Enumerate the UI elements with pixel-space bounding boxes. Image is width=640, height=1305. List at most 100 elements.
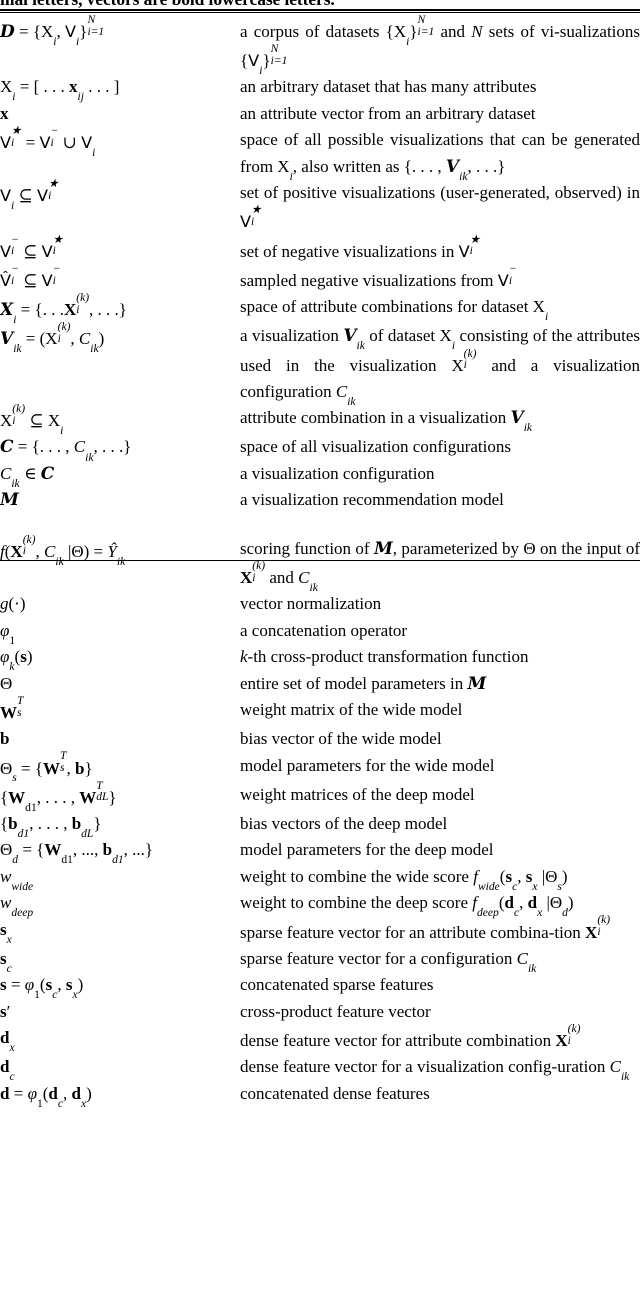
symbol-cell: b	[0, 729, 10, 749]
symbol-cell: sx	[0, 919, 12, 946]
table-row: Θs = {W Ts, b} model parameters for the w…	[0, 749, 640, 785]
description-cell: set of positive visualizations (user-gen…	[240, 183, 640, 232]
symbol-cell: d = φ1(dc, dx)	[0, 1083, 92, 1110]
description-cell: dense feature vector for a visualization…	[240, 1057, 630, 1084]
symbol-cell: wwide	[0, 866, 34, 893]
description-cell: weight matrices of the deep model	[240, 784, 475, 804]
description-cell: space of all visualization configuration…	[240, 437, 511, 457]
description-cell: dense feature vector for attribute combi…	[240, 1021, 581, 1050]
symbol-cell: Θ	[0, 673, 13, 693]
symbol-cell: dx	[0, 1027, 15, 1055]
table-row: V ★ i = V − i ∪ Vi space of all possible vis…	[0, 124, 640, 183]
description-cell: a visualization configuration	[240, 463, 435, 483]
table-row: s′ cross-product feature vector	[0, 999, 640, 1025]
table-row: Vik = (X (k) i, Cik) a visualization Vik o…	[0, 320, 640, 408]
symbol-cell: s′	[0, 1001, 11, 1021]
table-row: s = φ1(sc, sx) concatenated sparse featu…	[0, 972, 640, 1002]
table-row: wdeep weight to combine the deep score f…	[0, 890, 640, 920]
table-caption: mal letters, vectors are bold lowercase …	[0, 0, 640, 9]
description-cell: an attribute vector from an arbitrary da…	[240, 103, 536, 123]
table-row: φk(s) k-th cross-product transformation …	[0, 644, 640, 674]
description-cell: sparse feature vector for an attribute c…	[240, 913, 611, 942]
description-cell: model parameters for the deep model	[240, 840, 494, 860]
description-cell: space of attribute combinations for data…	[240, 297, 549, 324]
table-row: D = {Xi, Vi} Ni=1 a corpus of datasets {X…	[0, 12, 640, 78]
symbol-cell: V̂ − i ⊆ V − i	[0, 261, 61, 290]
table-row: sc sparse feature vector for a configura…	[0, 946, 640, 975]
table-row: d = φ1(dc, dx) concatenated dense featur…	[0, 1081, 640, 1110]
symbol-cell: V ★ i = V − i ∪ Vi	[0, 124, 96, 160]
table-row: wwide weight to combine the wide score f…	[0, 864, 640, 893]
symbol-cell: C = {. . . , Cik, . . .}	[0, 437, 132, 464]
description-cell: an arbitrary dataset that has many attri…	[240, 77, 537, 97]
notation-table: D = {Xi, Vi} Ni=1 a corpus of datasets {X…	[0, 12, 640, 1110]
table-row: Xi = [ . . . xij . . . ] an arbitrary da…	[0, 74, 640, 104]
table-row: Θd = {Wd1, ..., bd1, ...} model paramete…	[0, 837, 640, 867]
symbol-cell: {Wd1, . . . , W TdL}	[0, 778, 117, 814]
symbol-cell: {bd1, . . . , bdL}	[0, 813, 102, 841]
table-row: C = {. . . , Cik, . . .} space of all vi…	[0, 434, 640, 464]
symbol-cell: Vi ⊆ V ★ i	[0, 176, 59, 212]
symbol-cell: φk(s)	[0, 647, 33, 674]
table-row: WTs weight matrix of the wide model	[0, 693, 640, 726]
table-row: dc dense feature vector for a visualizat…	[0, 1054, 640, 1084]
symbol-cell: s = φ1(sc, sx)	[0, 975, 84, 1002]
table-row: Θ entire set of model parameters in M	[0, 671, 640, 697]
table-row: Cik ∈ C a visualization configuration	[0, 461, 640, 490]
symbol-cell: sc	[0, 948, 12, 975]
description-cell: scoring function of M, parameterized by …	[240, 538, 640, 594]
description-cell: concatenated dense features	[240, 1083, 430, 1103]
symbol-cell: Vik = (X (k) i, Cik)	[0, 320, 105, 356]
table-row: φ1 a concatenation operator	[0, 618, 640, 647]
description-cell: a visualization Vik of dataset Xi consis…	[240, 326, 640, 408]
symbol-cell: Xi = {. . .X (k) i, . . .}	[0, 290, 127, 326]
table-row: Xi = {. . .X (k) i, . . .} space of attrib…	[0, 290, 640, 326]
symbol-cell: V − i ⊆ V ★ i	[0, 232, 63, 261]
table-row: x an attribute vector from an arbitrary …	[0, 101, 640, 127]
symbol-cell: Θd = {Wd1, ..., bd1, ...}	[0, 840, 154, 867]
symbol-cell: WTs	[0, 693, 24, 722]
symbol-cell: φ1	[0, 620, 16, 647]
description-cell: concatenated sparse features	[240, 975, 434, 995]
table-caption-clip: mal letters, vectors are bold lowercase …	[0, 0, 640, 9]
description-cell: weight matrix of the wide model	[240, 699, 463, 719]
table-row: X (k) i ⊆ Xi attribute combination in a vi…	[0, 402, 640, 438]
description-cell: a concatenation operator	[240, 620, 408, 640]
symbol-cell: M	[0, 490, 19, 511]
table-row: V̂ − i ⊆ V − i sampled negative visualizatio…	[0, 261, 640, 294]
table-row: {Wd1, . . . , W TdL} weight matrices of t…	[0, 778, 640, 814]
description-cell: vector normalization	[240, 594, 382, 614]
symbol-cell: g(·)	[0, 594, 26, 614]
table-row: {bd1, . . . , bdL} bias vectors of the d…	[0, 811, 640, 841]
description-cell: a corpus of datasets {Xi} Ni=1 and N sets…	[240, 12, 640, 78]
symbol-cell: X (k) i ⊆ Xi	[0, 402, 64, 438]
symbol-cell: Xi = [ . . . xij . . . ]	[0, 77, 120, 104]
description-cell: k-th cross-product transformation functi…	[240, 647, 529, 667]
symbol-cell: Cik ∈ C	[0, 463, 55, 490]
table-row: M a visualization recommendation model	[0, 487, 640, 525]
symbol-cell: Θs = {W Ts, b}	[0, 749, 93, 785]
table-row: b bias vector of the wide model	[0, 726, 640, 752]
table-row: V − i ⊆ V ★ i set of negative visualizations…	[0, 232, 640, 265]
description-cell: sampled negative visualizations from V − i	[240, 261, 517, 290]
symbol-cell: wdeep	[0, 893, 34, 920]
symbol-cell: D = {Xi, Vi} Ni=1	[0, 12, 105, 48]
description-cell: a visualization recommendation model	[240, 490, 504, 510]
description-cell: bias vector of the wide model	[240, 729, 442, 749]
description-cell: cross-product feature vector	[240, 1001, 431, 1021]
symbol-cell: x	[0, 103, 9, 123]
description-cell: sparse feature vector for a configuratio…	[240, 948, 537, 975]
description-cell: set of negative visualizations in V ★ i	[240, 232, 480, 261]
description-cell: weight to combine the deep score fdeep(d…	[240, 893, 574, 920]
table-top-rule	[0, 9, 640, 13]
description-cell: entire set of model parameters in M	[240, 673, 487, 694]
symbol-cell: dc	[0, 1057, 15, 1084]
table-row: Vi ⊆ V ★ i set of positive visualizations …	[0, 176, 640, 236]
description-cell: model parameters for the wide model	[240, 755, 495, 775]
table-row: sx sparse feature vector for an attribut…	[0, 913, 640, 946]
table-row: dx dense feature vector for attribute co…	[0, 1021, 640, 1055]
description-cell: space of all possible visualizations tha…	[240, 130, 640, 183]
description-cell: weight to combine the wide score fwide(s…	[240, 866, 568, 893]
table-row: g(·) vector normalization	[0, 591, 640, 617]
description-cell: attribute combination in a visualization…	[240, 408, 533, 435]
